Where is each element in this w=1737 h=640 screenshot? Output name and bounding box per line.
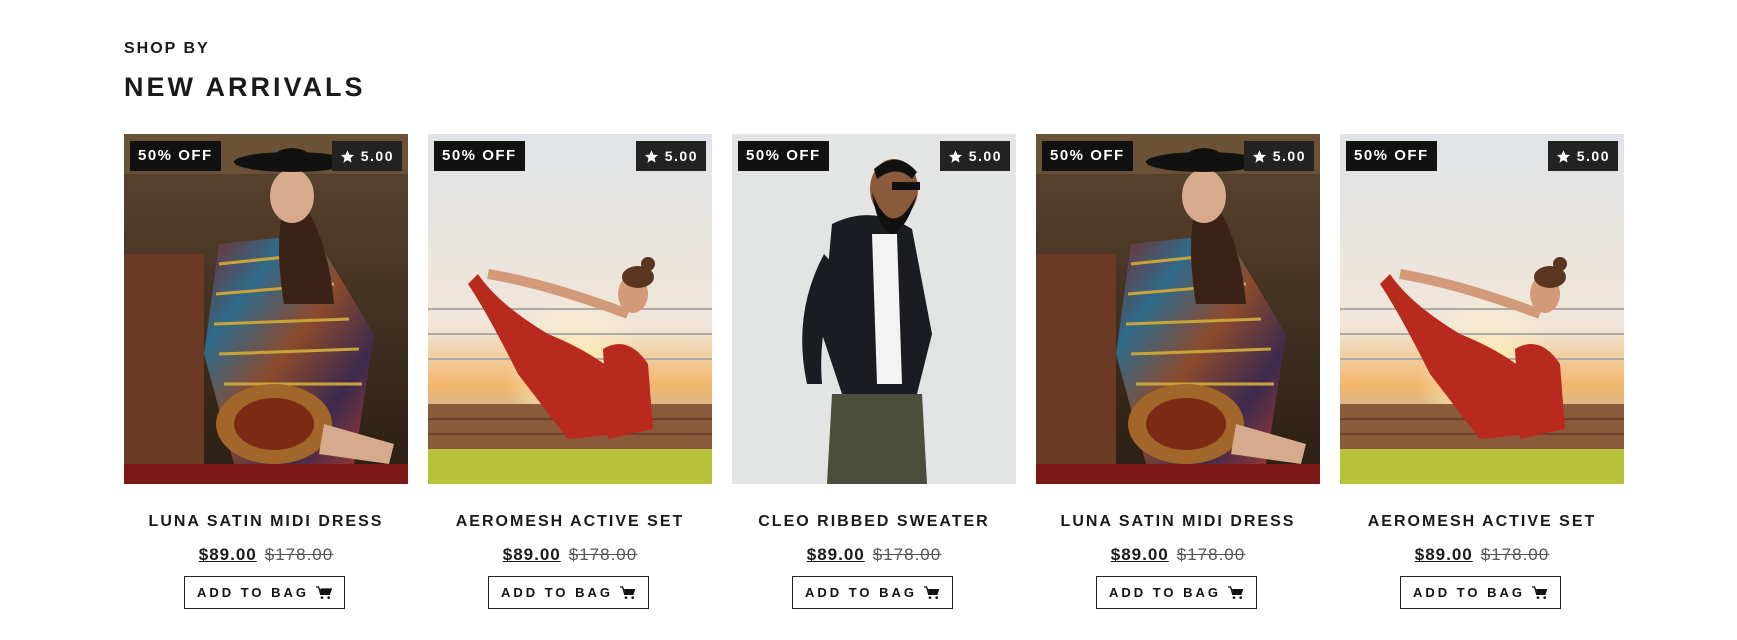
- section-title: NEW ARRIVALS: [124, 72, 366, 102]
- star-icon: [340, 149, 354, 163]
- product-image[interactable]: 50% OFF 5.00: [428, 134, 712, 484]
- product-card: 50% OFF 5.00 CLEO RIBBED SWEATER $89.00 $…: [732, 134, 1016, 624]
- sale-price: $89.00: [1414, 545, 1473, 564]
- rating-badge: 5.00: [939, 141, 1010, 171]
- product-name[interactable]: LUNA SATIN MIDI DRESS: [1036, 513, 1320, 531]
- product-card: 50% OFF 5.00 LUNA SATIN MIDI DRESS $89.0…: [1036, 134, 1320, 624]
- cart-icon: [1228, 585, 1244, 599]
- rating-value: 5.00: [968, 148, 1002, 164]
- add-to-bag-label: ADD TO BAG: [1108, 585, 1222, 600]
- original-price: $178.00: [872, 545, 942, 564]
- product-name[interactable]: AEROMESH ACTIVE SET: [428, 513, 712, 531]
- product-grid: 50% OFF 5.00 LUNA SATIN MIDI DRESS $89.0…: [124, 134, 1624, 624]
- star-icon: [644, 149, 658, 163]
- rating-badge: 5.00: [1547, 141, 1618, 171]
- original-price: $178.00: [1176, 545, 1246, 564]
- sale-price: $89.00: [1110, 545, 1169, 564]
- rating-value: 5.00: [664, 148, 698, 164]
- price-row: $89.00 $178.00: [1036, 545, 1320, 565]
- discount-badge: 50% OFF: [130, 141, 221, 171]
- add-to-bag-label: ADD TO BAG: [500, 585, 614, 600]
- discount-badge: 50% OFF: [738, 141, 829, 171]
- sale-price: $89.00: [198, 545, 257, 564]
- star-icon: [948, 149, 962, 163]
- discount-badge: 50% OFF: [434, 141, 525, 171]
- add-to-bag-button[interactable]: ADD TO BAG: [792, 576, 953, 609]
- product-card: 50% OFF 5.00 LUNA SATIN MIDI DRESS $89.0…: [124, 134, 408, 624]
- price-row: $89.00 $178.00: [428, 545, 712, 565]
- product-image[interactable]: 50% OFF 5.00: [732, 134, 1016, 484]
- add-to-bag-button[interactable]: ADD TO BAG: [1400, 576, 1561, 609]
- cart-icon: [316, 585, 333, 599]
- add-to-bag-label: ADD TO BAG: [1412, 585, 1526, 600]
- rating-value: 5.00: [1272, 148, 1306, 164]
- add-to-bag-label: ADD TO BAG: [804, 585, 918, 600]
- rating-value: 5.00: [1576, 148, 1610, 164]
- product-name[interactable]: CLEO RIBBED SWEATER: [732, 513, 1016, 531]
- shop-by-label: SHOP BY: [124, 40, 210, 57]
- cart-icon: [1532, 585, 1548, 599]
- price-row: $89.00 $178.00: [124, 545, 408, 565]
- rating-badge: 5.00: [635, 141, 706, 171]
- product-name[interactable]: LUNA SATIN MIDI DRESS: [124, 513, 408, 531]
- price-row: $89.00 $178.00: [1340, 545, 1624, 565]
- add-to-bag-button[interactable]: ADD TO BAG: [1096, 576, 1257, 609]
- product-image[interactable]: 50% OFF 5.00: [1340, 134, 1624, 484]
- product-image[interactable]: 50% OFF 5.00: [124, 134, 408, 484]
- original-price: $178.00: [264, 545, 334, 564]
- rating-badge: 5.00: [331, 141, 402, 171]
- add-to-bag-button[interactable]: ADD TO BAG: [184, 576, 345, 609]
- star-icon: [1252, 149, 1266, 163]
- cart-icon: [924, 585, 940, 599]
- cart-icon: [620, 585, 636, 599]
- discount-badge: 50% OFF: [1346, 141, 1437, 171]
- original-price: $178.00: [1480, 545, 1550, 564]
- product-card: 50% OFF 5.00 AEROMESH ACTIVE SET $89.00 $…: [428, 134, 712, 624]
- star-icon: [1556, 149, 1570, 163]
- discount-badge: 50% OFF: [1042, 141, 1133, 171]
- add-to-bag-button[interactable]: ADD TO BAG: [488, 576, 649, 609]
- sale-price: $89.00: [806, 545, 865, 564]
- product-card: 50% OFF 5.00 AEROMESH ACTIVE SET $89.00 $…: [1340, 134, 1624, 624]
- price-row: $89.00 $178.00: [732, 545, 1016, 565]
- add-to-bag-label: ADD TO BAG: [196, 585, 310, 600]
- product-name[interactable]: AEROMESH ACTIVE SET: [1340, 513, 1624, 531]
- original-price: $178.00: [568, 545, 638, 564]
- rating-badge: 5.00: [1243, 141, 1314, 171]
- rating-value: 5.00: [360, 148, 394, 164]
- product-image[interactable]: 50% OFF 5.00: [1036, 134, 1320, 484]
- sale-price: $89.00: [502, 545, 561, 564]
